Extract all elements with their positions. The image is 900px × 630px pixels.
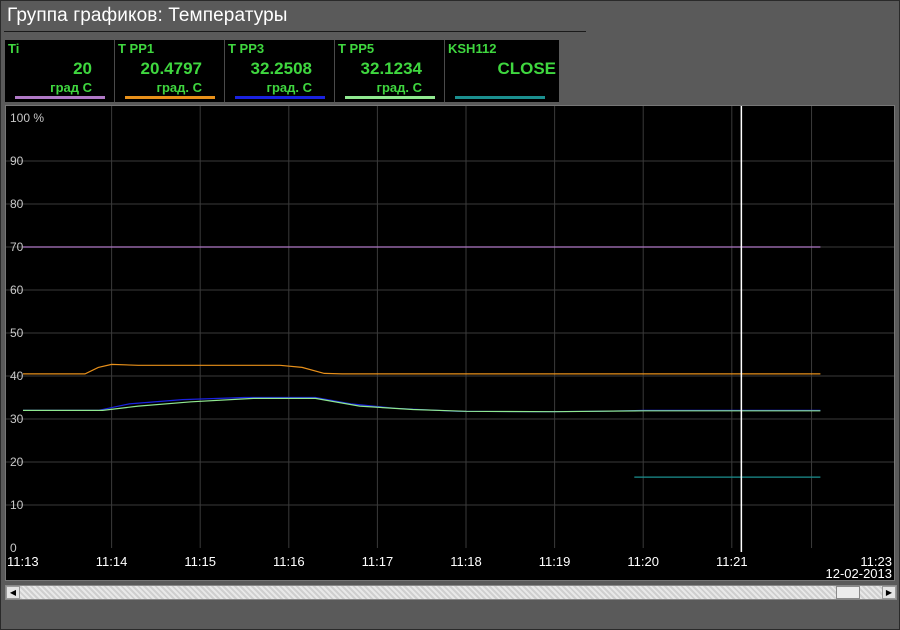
x-tick-label: 11:15 <box>184 554 216 569</box>
legend-value: 20.4797 <box>140 59 202 78</box>
window-frame: Группа графиков: Температуры Ti 20 град … <box>0 0 900 630</box>
legend-swatch <box>125 96 215 99</box>
y-tick-label: 20 <box>10 455 24 469</box>
y-tick-label: 80 <box>10 197 24 211</box>
series-line <box>23 363 821 375</box>
y-tick-label: 10 <box>10 498 24 512</box>
legend-name: KSH112 <box>448 41 497 56</box>
legend-value: 32.2508 <box>250 59 312 78</box>
trend-chart[interactable]: 100 % 90 80 70 60 50 40 30 20 10 011:13 11:14 11:15 1… <box>6 106 894 580</box>
legend-name: T PP5 <box>338 41 375 56</box>
date-label: 12-02-2013 <box>826 566 893 580</box>
legend-swatch <box>345 96 435 99</box>
legend-value: 20 <box>73 59 92 78</box>
scroll-track[interactable] <box>20 586 882 599</box>
x-tick-label: 11:19 <box>539 554 571 569</box>
x-tick-label: 11:20 <box>627 554 659 569</box>
y-tick-label: 30 <box>10 412 24 426</box>
time-scrollbar[interactable]: ◀ ▶ <box>5 585 897 600</box>
y-tick-label: 60 <box>10 283 24 297</box>
x-tick-label: 11:17 <box>362 554 394 569</box>
legend-cell-tpp5[interactable]: T PP5 32.1234 град. С <box>335 40 445 102</box>
y-tick-label: 70 <box>10 240 24 254</box>
legend-swatch <box>15 96 105 99</box>
x-tick-label: 11:18 <box>450 554 482 569</box>
legend-cell-tpp3[interactable]: T PP3 32.2508 град. С <box>225 40 335 102</box>
x-tick-label: 11:13 <box>7 554 39 569</box>
legend-unit: град. С <box>266 80 312 95</box>
legend-name: Ti <box>8 41 20 56</box>
legend-unit: град. С <box>376 80 422 95</box>
legend-panel: Ti 20 град C T PP1 20.4797 град. С T PP3… <box>5 40 559 102</box>
legend-name: T PP3 <box>228 41 265 56</box>
y-tick-label: 40 <box>10 369 24 383</box>
legend-name: T PP1 <box>118 41 155 56</box>
scroll-left-arrow-icon[interactable]: ◀ <box>6 586 20 599</box>
legend-status-value: CLOSE <box>497 59 556 78</box>
legend-cell-tpp1[interactable]: T PP1 20.4797 град. С <box>115 40 225 102</box>
x-tick-label: 11:14 <box>96 554 128 569</box>
legend-cell-ti[interactable]: Ti 20 град C <box>5 40 115 102</box>
legend-unit: град. С <box>156 80 202 95</box>
window-title: Группа графиков: Температуры <box>7 5 288 26</box>
y-tick-label: 0 <box>10 541 17 555</box>
x-tick-label: 11:16 <box>273 554 305 569</box>
legend-cell-ksh112[interactable]: KSH112 CLOSE <box>445 40 559 102</box>
legend-unit: град C <box>50 80 92 95</box>
legend-value: 32.1234 <box>360 59 422 78</box>
trend-chart-area[interactable]: 100 % 90 80 70 60 50 40 30 20 10 0 11:13 11:14 11:15 1… <box>5 105 895 581</box>
y-tick-label: 50 <box>10 326 24 340</box>
scroll-thumb[interactable] <box>836 586 860 599</box>
legend-swatch <box>455 96 545 99</box>
y-tick-label: 90 <box>10 154 24 168</box>
y-tick-label: 100 % <box>10 111 44 125</box>
legend-swatch <box>235 96 325 99</box>
scroll-right-arrow-icon[interactable]: ▶ <box>882 586 896 599</box>
title-divider <box>4 31 586 32</box>
series-line <box>23 397 821 413</box>
x-tick-label: 11:21 <box>716 554 748 569</box>
